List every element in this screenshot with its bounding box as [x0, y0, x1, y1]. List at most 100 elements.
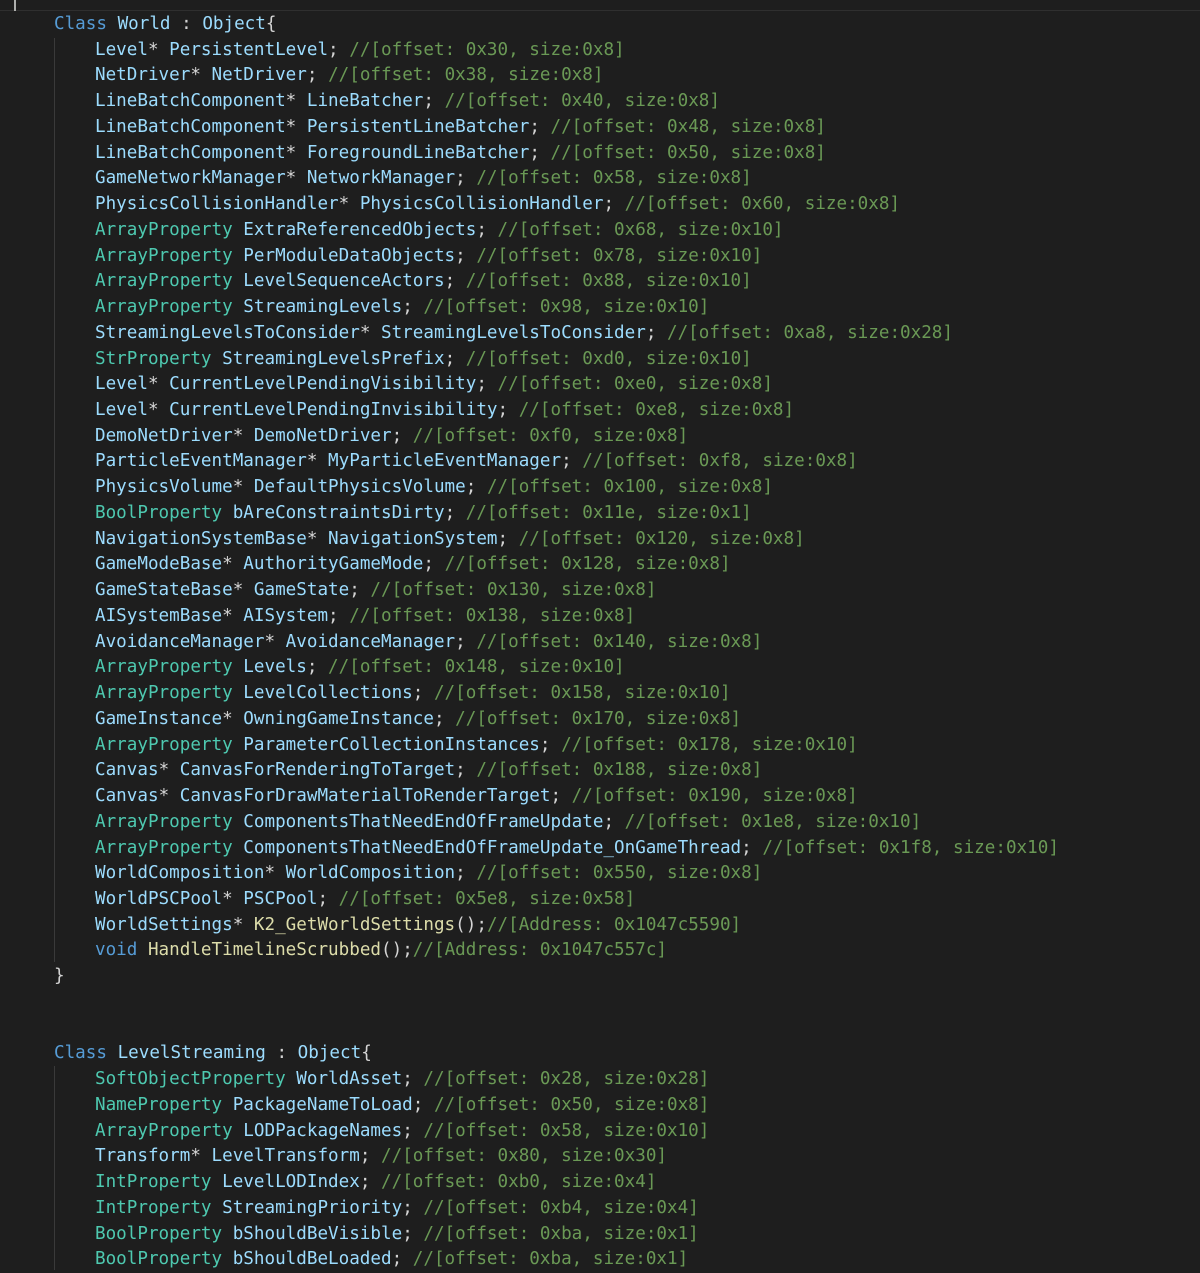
member-type: IntProperty	[95, 1197, 212, 1218]
method-line[interactable]: WorldSettings* K2_GetWorldSettings();//[…	[54, 913, 1194, 939]
member-type: Canvas	[95, 786, 159, 807]
member-name: PersistentLevel	[169, 39, 329, 60]
member-line[interactable]: AISystemBase* AISystem; //[offset: 0x138…	[54, 604, 1194, 630]
member-line[interactable]: LineBatchComponent* LineBatcher; //[offs…	[54, 89, 1194, 115]
member-name: LevelLODIndex	[222, 1172, 360, 1193]
member-type: LineBatchComponent	[95, 142, 286, 163]
member-line[interactable]: LineBatchComponent* PersistentLineBatche…	[54, 115, 1194, 141]
offset-comment: //[offset: 0x48, size:0x8]	[550, 116, 826, 137]
semicolon: ;	[444, 271, 466, 292]
member-line[interactable]: Canvas* CanvasForDrawMaterialToRenderTar…	[54, 784, 1194, 810]
code-area[interactable]: Class World : Object{Level* PersistentLe…	[54, 12, 1194, 1273]
member-line[interactable]: PhysicsCollisionHandler* PhysicsCollisio…	[54, 192, 1194, 218]
member-line[interactable]: ArrayProperty ParameterCollectionInstanc…	[54, 733, 1194, 759]
member-line[interactable]: GameInstance* OwningGameInstance; //[off…	[54, 707, 1194, 733]
member-line[interactable]: ArrayProperty LevelSequenceActors; //[of…	[54, 269, 1194, 295]
member-name: AuthorityGameMode	[243, 554, 424, 575]
member-line[interactable]: PhysicsVolume* DefaultPhysicsVolume; //[…	[54, 475, 1194, 501]
offset-comment: //[offset: 0x138, size:0x8]	[349, 605, 636, 626]
member-type: ArrayProperty	[95, 245, 233, 266]
colon: :	[170, 14, 203, 34]
member-name: LevelTransform	[211, 1146, 360, 1167]
pointer-star: *	[285, 91, 297, 112]
member-type: WorldComposition	[95, 863, 265, 884]
member-name: DefaultPhysicsVolume	[253, 477, 466, 498]
pointer-star: *	[264, 863, 276, 884]
member-line[interactable]: ArrayProperty LevelCollections; //[offse…	[54, 681, 1194, 707]
member-type: NetDriver	[95, 65, 191, 86]
member-type: ArrayProperty	[95, 734, 233, 755]
member-line[interactable]: StreamingLevelsToConsider* StreamingLeve…	[54, 321, 1194, 347]
member-line[interactable]: ArrayProperty ComponentsThatNeedEndOfFra…	[54, 836, 1194, 862]
semicolon: ;	[359, 1146, 382, 1167]
member-line[interactable]: GameStateBase* GameState; //[offset: 0x1…	[54, 578, 1194, 604]
class-declaration[interactable]: Class LevelStreaming : Object{	[54, 1041, 1194, 1067]
member-line[interactable]: LineBatchComponent* ForegroundLineBatche…	[54, 141, 1194, 167]
member-line[interactable]: NavigationSystemBase* NavigationSystem; …	[54, 527, 1194, 553]
offset-comment: //[offset: 0x128, size:0x8]	[444, 554, 731, 575]
member-name: bAreConstraintsDirty	[232, 502, 445, 523]
offset-comment: //[offset: 0x30, size:0x8]	[349, 39, 625, 60]
member-line[interactable]: StrProperty StreamingLevelsPrefix; //[of…	[54, 347, 1194, 373]
offset-comment: //[offset: 0x130, size:0x8]	[370, 580, 657, 601]
member-line[interactable]: IntProperty StreamingPriority; //[offset…	[54, 1196, 1194, 1222]
member-line[interactable]: Level* CurrentLevelPendingInvisibility; …	[54, 398, 1194, 424]
member-line[interactable]: ArrayProperty ComponentsThatNeedEndOfFra…	[54, 810, 1194, 836]
member-line[interactable]: GameNetworkManager* NetworkManager; //[o…	[54, 166, 1194, 192]
member-type: ArrayProperty	[95, 811, 233, 832]
method-line[interactable]: void HandleTimelineScrubbed();//[Address…	[54, 938, 1194, 964]
member-line[interactable]: NetDriver* NetDriver; //[offset: 0x38, s…	[54, 63, 1194, 89]
member-line[interactable]: AvoidanceManager* AvoidanceManager; //[o…	[54, 630, 1194, 656]
semicolon: ;	[444, 502, 466, 523]
member-line[interactable]: Canvas* CanvasForRenderingToTarget; //[o…	[54, 758, 1194, 784]
class-declaration[interactable]: Class World : Object{	[54, 12, 1194, 38]
semicolon: ;	[603, 194, 625, 215]
member-name: WorldComposition	[285, 863, 456, 884]
offset-comment: //[offset: 0x58, size:0x10]	[423, 1120, 710, 1141]
member-line[interactable]: ParticleEventManager* MyParticleEventMan…	[54, 449, 1194, 475]
member-line[interactable]: ArrayProperty StreamingLevels; //[offset…	[54, 295, 1194, 321]
member-name: AISystem	[243, 605, 329, 626]
member-line[interactable]: BoolProperty bShouldBeVisible; //[offset…	[54, 1222, 1194, 1248]
member-line[interactable]: WorldPSCPool* PSCPool; //[offset: 0x5e8,…	[54, 887, 1194, 913]
member-line[interactable]: Transform* LevelTransform; //[offset: 0x…	[54, 1144, 1194, 1170]
member-line[interactable]: NameProperty PackageNameToLoad; //[offse…	[54, 1093, 1194, 1119]
member-line[interactable]: WorldComposition* WorldComposition; //[o…	[54, 861, 1194, 887]
member-line[interactable]: ArrayProperty ExtraReferencedObjects; //…	[54, 218, 1194, 244]
close-brace-line[interactable]: }	[54, 964, 1194, 990]
member-line[interactable]: GameModeBase* AuthorityGameMode; //[offs…	[54, 552, 1194, 578]
member-type: WorldPSCPool	[95, 888, 223, 909]
offset-comment: //[offset: 0xa8, size:0x28]	[667, 322, 953, 343]
member-line[interactable]: ArrayProperty PerModuleDataObjects; //[o…	[54, 244, 1194, 270]
member-type: BoolProperty	[95, 1223, 223, 1244]
semicolon: ;	[402, 1223, 424, 1244]
member-line[interactable]: BoolProperty bAreConstraintsDirty; //[of…	[54, 501, 1194, 527]
member-type: ArrayProperty	[95, 657, 233, 678]
member-line[interactable]: BoolProperty bShouldBeLoaded; //[offset:…	[54, 1247, 1194, 1273]
member-type: IntProperty	[95, 1172, 212, 1193]
close-brace: }	[54, 966, 65, 987]
open-brace: {	[361, 1043, 372, 1064]
member-line[interactable]: IntProperty LevelLODIndex; //[offset: 0x…	[54, 1170, 1194, 1196]
member-line[interactable]: ArrayProperty Levels; //[offset: 0x148, …	[54, 655, 1194, 681]
semicolon: ;	[539, 734, 562, 755]
semicolon: ;	[402, 297, 424, 318]
member-line[interactable]: SoftObjectProperty WorldAsset; //[offset…	[54, 1067, 1194, 1093]
member-line[interactable]: DemoNetDriver* DemoNetDriver; //[offset:…	[54, 424, 1194, 450]
member-line[interactable]: Level* PersistentLevel; //[offset: 0x30,…	[54, 38, 1194, 64]
member-line[interactable]: ArrayProperty LODPackageNames; //[offset…	[54, 1119, 1194, 1145]
address-comment: //[Address: 0x1047c557c]	[412, 940, 668, 961]
semicolon: ;	[412, 1094, 434, 1115]
offset-comment: //[offset: 0x78, size:0x10]	[476, 245, 763, 266]
member-type: NameProperty	[95, 1094, 223, 1115]
offset-comment: //[offset: 0xe8, size:0x8]	[518, 400, 795, 421]
code-editor[interactable]: { "editor": { "theme_colors": { "backgro…	[0, 0, 1200, 1270]
member-line[interactable]: Level* CurrentLevelPendingVisibility; //…	[54, 372, 1194, 398]
semicolon: ;	[328, 605, 350, 626]
